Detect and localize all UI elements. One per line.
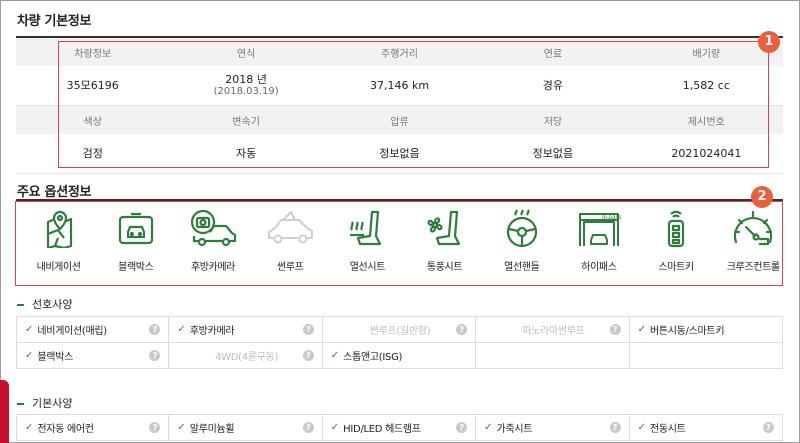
spec-cell-empty bbox=[630, 343, 783, 368]
check-icon: ✓ bbox=[25, 422, 34, 433]
option-label-blackbox: 블랙박스 bbox=[118, 262, 154, 273]
help-icon[interactable]: ? bbox=[302, 422, 314, 433]
basic-info-highlight bbox=[58, 41, 769, 168]
spec-cell: 파노라마썬루프? bbox=[476, 317, 630, 342]
option-cruise-control: 크루즈컨트롤 bbox=[715, 208, 792, 280]
option-smartkey: 스마트키 bbox=[638, 208, 715, 280]
basic-info-title: 차량 기본정보 bbox=[17, 14, 92, 29]
table-row: ✓ 블랙박스? 4WD(4륜구동)? ✓ 스톱앤고(ISG) bbox=[16, 343, 783, 369]
standard-specs-title: 기본사양 bbox=[17, 395, 72, 411]
option-sunroof: 썬루프 bbox=[252, 208, 329, 280]
spec-label: 네비게이션(매립) bbox=[37, 326, 107, 337]
spec-cell: ✓ 네비게이션(매립)? bbox=[16, 317, 170, 342]
hipass-icon: hi-pass bbox=[578, 213, 621, 246]
check-icon: ✓ bbox=[25, 350, 34, 361]
spec-cell: ✓ 알루미늄휠? bbox=[169, 415, 323, 440]
option-navigation: 내비게이션 bbox=[20, 208, 97, 280]
cruise-control-icon bbox=[734, 210, 773, 246]
option-label-navigation: 내비게이션 bbox=[36, 262, 81, 273]
option-heated-steering: 열선핸들 bbox=[483, 208, 560, 280]
spec-label: 전동시트 bbox=[649, 424, 686, 435]
check-icon: ✓ bbox=[177, 422, 186, 433]
spec-cell: ✓ 전동시트? bbox=[630, 415, 783, 440]
option-label-heated-steering: 열선핸들 bbox=[504, 262, 540, 273]
option-label-sunroof: 썬루프 bbox=[276, 262, 304, 273]
spec-cell: 4WD(4륜구동)? bbox=[169, 343, 323, 368]
option-label-heated-seat: 열선시트 bbox=[349, 262, 386, 273]
help-icon[interactable]: ? bbox=[302, 324, 314, 335]
option-ventilated-seat: 통풍시트 bbox=[406, 208, 483, 280]
help-icon[interactable]: ? bbox=[456, 324, 468, 335]
help-icon[interactable]: ? bbox=[609, 324, 621, 335]
option-rear-camera: 후방카메라 bbox=[174, 208, 251, 280]
blackbox-icon bbox=[118, 212, 153, 245]
spec-cell: ✓ 블랙박스? bbox=[16, 343, 170, 368]
spec-label: 썬루프(일반형) bbox=[369, 326, 431, 337]
spec-cell: ✓ 버튼시동/스마트키 bbox=[630, 317, 783, 342]
check-icon: ✓ bbox=[484, 422, 493, 433]
hipass-text: hi-pass bbox=[602, 215, 621, 221]
check-icon: ✓ bbox=[637, 324, 646, 335]
rear-camera-icon bbox=[190, 209, 237, 247]
spec-cell: ✓ 스톱앤고(ISG) bbox=[323, 343, 477, 368]
help-icon[interactable]: ? bbox=[149, 324, 161, 335]
table-row: ✓ 전자동 에어컨? ✓ 알루미늄휠? ✓ HID/LED 헤드램프? ✓ 가죽시트? … bbox=[16, 415, 783, 441]
spec-cell: 썬루프(일반형)? bbox=[323, 317, 477, 342]
check-icon: ✓ bbox=[25, 324, 34, 335]
heated-steering-icon bbox=[506, 209, 537, 248]
spec-cell-empty bbox=[476, 343, 630, 368]
spec-cell: ✓ 후방카메라? bbox=[169, 317, 323, 342]
spec-label: 4WD(4륜구동) bbox=[215, 352, 279, 363]
annotation-badge-1: 1 bbox=[758, 31, 780, 53]
check-icon: ✓ bbox=[637, 422, 646, 433]
spec-label: 알루미늄휠 bbox=[189, 424, 235, 435]
check-icon: ✓ bbox=[177, 324, 186, 335]
sunroof-icon bbox=[268, 211, 314, 244]
option-label-hipass: 하이패스 bbox=[581, 262, 617, 273]
check-icon: ✓ bbox=[330, 350, 340, 361]
help-icon[interactable]: ? bbox=[302, 350, 314, 361]
spec-cell: ✓ 가죽시트? bbox=[476, 415, 630, 440]
option-label-cruise-control: 크루즈컨트롤 bbox=[726, 262, 780, 273]
help-icon[interactable]: ? bbox=[609, 422, 621, 433]
standard-specs-grid: ✓ 전자동 에어컨? ✓ 알루미늄휠? ✓ HID/LED 헤드램프? ✓ 가죽시트? … bbox=[16, 414, 783, 441]
annotation-badge-2: 2 bbox=[751, 186, 773, 208]
check-icon: ✓ bbox=[330, 422, 340, 433]
spec-label: 블랙박스 bbox=[37, 352, 73, 363]
heated-seat-icon bbox=[350, 210, 382, 246]
preferred-specs-title: 선호사양 bbox=[17, 296, 72, 312]
options-title: 주요 옵션정보 bbox=[17, 185, 92, 200]
navigation-icon bbox=[46, 210, 72, 248]
options-icon-row: 내비게이션 블랙박스 후방카메라 썬루프 열선시트 통풍시트 열선핸들 hi-p… bbox=[20, 208, 792, 280]
side-tab[interactable] bbox=[0, 380, 9, 443]
spec-label: 파노라마썬루프 bbox=[522, 326, 585, 337]
help-icon[interactable]: ? bbox=[149, 422, 161, 433]
option-label-ventilated-seat: 통풍시트 bbox=[426, 262, 463, 273]
help-icon[interactable]: ? bbox=[456, 422, 468, 433]
spec-label: 가죽시트 bbox=[496, 424, 533, 435]
spec-cell: ✓ HID/LED 헤드램프? bbox=[323, 415, 477, 440]
table-row: ✓ 네비게이션(매립)? ✓ 후방카메라? 썬루프(일반형)? 파노라마썬루프? ✓… bbox=[16, 317, 783, 343]
spec-label: HID/LED 헤드램프 bbox=[343, 424, 421, 435]
preferred-specs-grid: ✓ 네비게이션(매립)? ✓ 후방카메라? 썬루프(일반형)? 파노라마썬루프? ✓… bbox=[16, 316, 783, 369]
spec-label: 후방카메라 bbox=[189, 326, 235, 337]
ventilated-seat-icon bbox=[426, 210, 460, 246]
option-heated-seat: 열선시트 bbox=[329, 208, 406, 280]
spec-cell: ✓ 전자동 에어컨? bbox=[16, 415, 170, 440]
option-hipass: hi-pass 하이패스 bbox=[560, 208, 637, 280]
help-icon[interactable]: ? bbox=[149, 350, 161, 361]
spec-label: 전자동 에어컨 bbox=[37, 424, 94, 435]
option-label-rear-camera: 후방카메라 bbox=[190, 262, 235, 273]
help-icon[interactable]: ? bbox=[762, 422, 774, 433]
spec-label: 버튼시동/스마트키 bbox=[649, 326, 725, 337]
option-label-smartkey: 스마트키 bbox=[658, 262, 694, 273]
spec-label: 스톱앤고(ISG) bbox=[343, 352, 403, 363]
smartkey-icon bbox=[667, 210, 685, 248]
option-blackbox: 블랙박스 bbox=[97, 208, 174, 280]
